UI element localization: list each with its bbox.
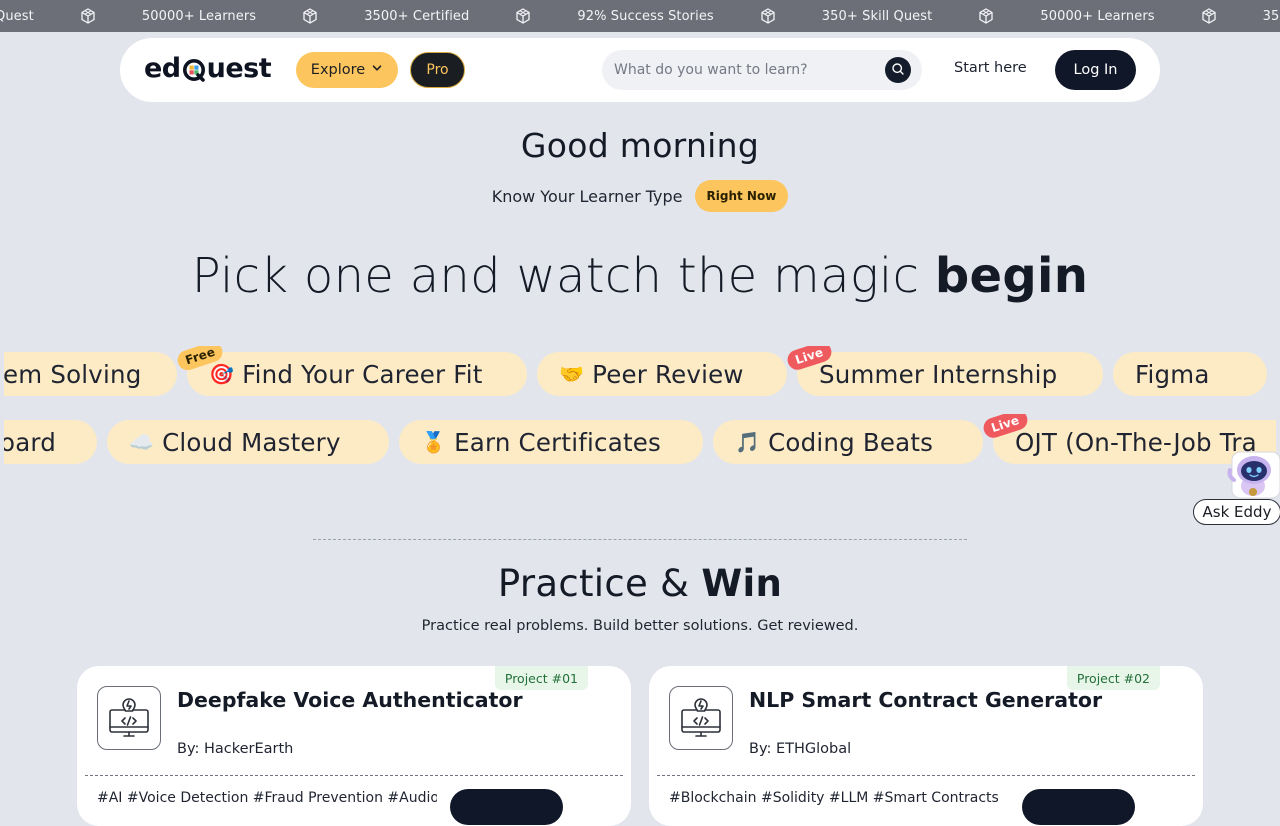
project-computer-icon bbox=[97, 686, 161, 750]
headline-light: Pick one and watch the magic bbox=[191, 248, 935, 304]
explore-label: Explore bbox=[310, 62, 366, 78]
ticker-item-text: 50000+ Learners bbox=[141, 8, 257, 24]
cube-icon bbox=[978, 8, 994, 24]
ticker-item: 92% Success Stories bbox=[577, 8, 821, 24]
search-button[interactable] bbox=[885, 57, 911, 83]
cube-icon bbox=[302, 8, 318, 24]
pill-label: oard bbox=[4, 427, 56, 457]
topic-pill[interactable]: Figma bbox=[1113, 352, 1267, 396]
ticker-item-text: 50000+ Learners bbox=[1040, 8, 1155, 24]
card-divider bbox=[657, 775, 1195, 776]
project-number-badge: Project #01 bbox=[494, 666, 588, 690]
pro-button[interactable]: Pro bbox=[410, 52, 465, 88]
topic-pill[interactable]: 🤝 Peer Review bbox=[537, 352, 787, 396]
practice-title-light: Practice & bbox=[497, 562, 702, 605]
topic-pill[interactable]: Live Summer Internship bbox=[784, 346, 1103, 396]
project-author: By: ETHGlobal bbox=[749, 741, 852, 757]
topic-pill[interactable]: oard bbox=[4, 420, 97, 464]
pill-emoji-icon: ☁️ bbox=[129, 430, 155, 454]
search-bar bbox=[602, 50, 922, 90]
project-title: Deepfake Voice Authenticator bbox=[177, 688, 523, 712]
logo-q-icon bbox=[182, 58, 206, 82]
explore-button[interactable]: Explore bbox=[296, 52, 398, 88]
project-author: By: HackerEarth bbox=[177, 741, 294, 757]
headline-bold: begin bbox=[934, 248, 1089, 304]
pill-emoji-icon: 🤝 bbox=[559, 362, 585, 386]
pill-track-1: lem Solving Free 🎯 Find Your Career Fit 🤝 Pee… bbox=[4, 346, 1267, 396]
topic-pill-row-2: oard ☁️ Cloud Mastery 🏅 Earn Certificates 🎵 Co… bbox=[4, 414, 1276, 470]
project-tags: #AI #Voice Detection #Fraud Prevention #… bbox=[97, 790, 437, 806]
project-tags: #Blockchain #Solidity #LLM #Smart Contra… bbox=[669, 790, 999, 806]
start-here-link[interactable]: Start here bbox=[954, 60, 1027, 76]
logo-prefix: ed bbox=[144, 53, 181, 84]
practice-title-bold: Win bbox=[701, 562, 783, 605]
pill-emoji-icon: 🎵 bbox=[735, 430, 761, 454]
ticker-item: kill Quest bbox=[0, 8, 142, 24]
stats-ticker: kill Quest 50000+ Learners 3500+ Certified… bbox=[0, 0, 1280, 32]
ticker-item-text: 3500+ Certifie bbox=[1262, 8, 1280, 24]
topic-pill[interactable]: ☁️ Cloud Mastery bbox=[107, 420, 389, 464]
project-number-badge: Project #02 bbox=[1066, 666, 1160, 690]
search-icon bbox=[891, 61, 905, 80]
ticker-item: 50000+ Learners bbox=[142, 8, 364, 24]
ticker-item-text: 3500+ Certified bbox=[364, 8, 470, 24]
ticker-track: kill Quest 50000+ Learners 3500+ Certified… bbox=[0, 0, 1280, 32]
chevron-down-icon bbox=[371, 62, 383, 78]
edquest-logo[interactable]: ed uest bbox=[144, 53, 272, 85]
eddy-robot-icon[interactable] bbox=[1226, 450, 1280, 500]
pill-label: Earn Certificates bbox=[454, 427, 661, 457]
practice-subtitle: Practice real problems. Build better sol… bbox=[421, 618, 859, 634]
ask-eddy-button[interactable]: Ask Eddy bbox=[1193, 499, 1280, 525]
greeting-heading: Good morning bbox=[520, 126, 760, 165]
project-title: NLP Smart Contract Generator bbox=[749, 688, 1103, 712]
project-action-button[interactable] bbox=[450, 789, 563, 825]
ticker-item-text: 92% Success Stories bbox=[577, 8, 714, 24]
topic-pill-row-1: lem Solving Free 🎯 Find Your Career Fit 🤝 Pee… bbox=[4, 346, 1276, 402]
ticker-item-text: kill Quest bbox=[0, 8, 34, 24]
right-now-button[interactable]: Right Now bbox=[694, 180, 789, 212]
pill-track-2: oard ☁️ Cloud Mastery 🏅 Earn Certificates 🎵 Co… bbox=[4, 414, 1276, 464]
cube-icon bbox=[515, 8, 531, 24]
pill-label: Peer Review bbox=[592, 359, 744, 389]
pill-label: Figma bbox=[1135, 359, 1210, 389]
section-divider bbox=[313, 539, 967, 540]
topic-pill[interactable]: 🎵 Coding Beats bbox=[713, 420, 983, 464]
topic-pill[interactable]: lem Solving bbox=[4, 352, 177, 396]
topic-pill[interactable]: Free 🎯 Find Your Career Fit bbox=[175, 346, 527, 396]
pill-label: Find Your Career Fit bbox=[242, 359, 483, 389]
project-action-button[interactable] bbox=[1022, 789, 1135, 825]
ticker-item: 50000+ Learners bbox=[1040, 8, 1262, 24]
ticker-item: 3500+ Certified bbox=[364, 8, 577, 24]
ticker-item-text: 350+ Skill Quest bbox=[821, 8, 933, 24]
pill-label: Cloud Mastery bbox=[162, 427, 341, 457]
project-card[interactable]: Project #01 Deepfake Voice Authenticator… bbox=[77, 666, 631, 826]
cube-icon bbox=[760, 8, 776, 24]
pill-label: lem Solving bbox=[4, 359, 142, 389]
cube-icon bbox=[80, 8, 96, 24]
search-input[interactable] bbox=[602, 50, 882, 90]
cube-icon bbox=[1201, 8, 1217, 24]
pill-label: Coding Beats bbox=[768, 427, 934, 457]
card-divider bbox=[85, 775, 623, 776]
login-button[interactable]: Log In bbox=[1055, 50, 1136, 90]
project-computer-icon bbox=[669, 686, 733, 750]
topic-pill[interactable]: 🏅 Earn Certificates bbox=[399, 420, 703, 464]
pill-label: OJT (On-The-Job Tra bbox=[1015, 427, 1257, 457]
ticker-item: 350+ Skill Quest bbox=[822, 8, 1041, 24]
pill-label: Summer Internship bbox=[819, 359, 1058, 389]
ticker-item: 3500+ Certifie bbox=[1263, 9, 1280, 24]
learner-type-row: Know Your Learner Type Right Now bbox=[0, 180, 1280, 212]
hero-headline: Pick one and watch the magic begin bbox=[0, 248, 1280, 304]
project-card[interactable]: Project #02 NLP Smart Contract Generator… bbox=[649, 666, 1203, 826]
top-navbar: ed uest Explore Pro Start here Log bbox=[120, 38, 1160, 102]
practice-title: Practice & Win bbox=[0, 562, 1280, 605]
learner-type-text: Know Your Learner Type bbox=[491, 186, 683, 206]
logo-suffix: uest bbox=[206, 53, 272, 84]
pill-emoji-icon: 🎯 bbox=[209, 362, 235, 386]
pill-emoji-icon: 🏅 bbox=[421, 430, 447, 454]
